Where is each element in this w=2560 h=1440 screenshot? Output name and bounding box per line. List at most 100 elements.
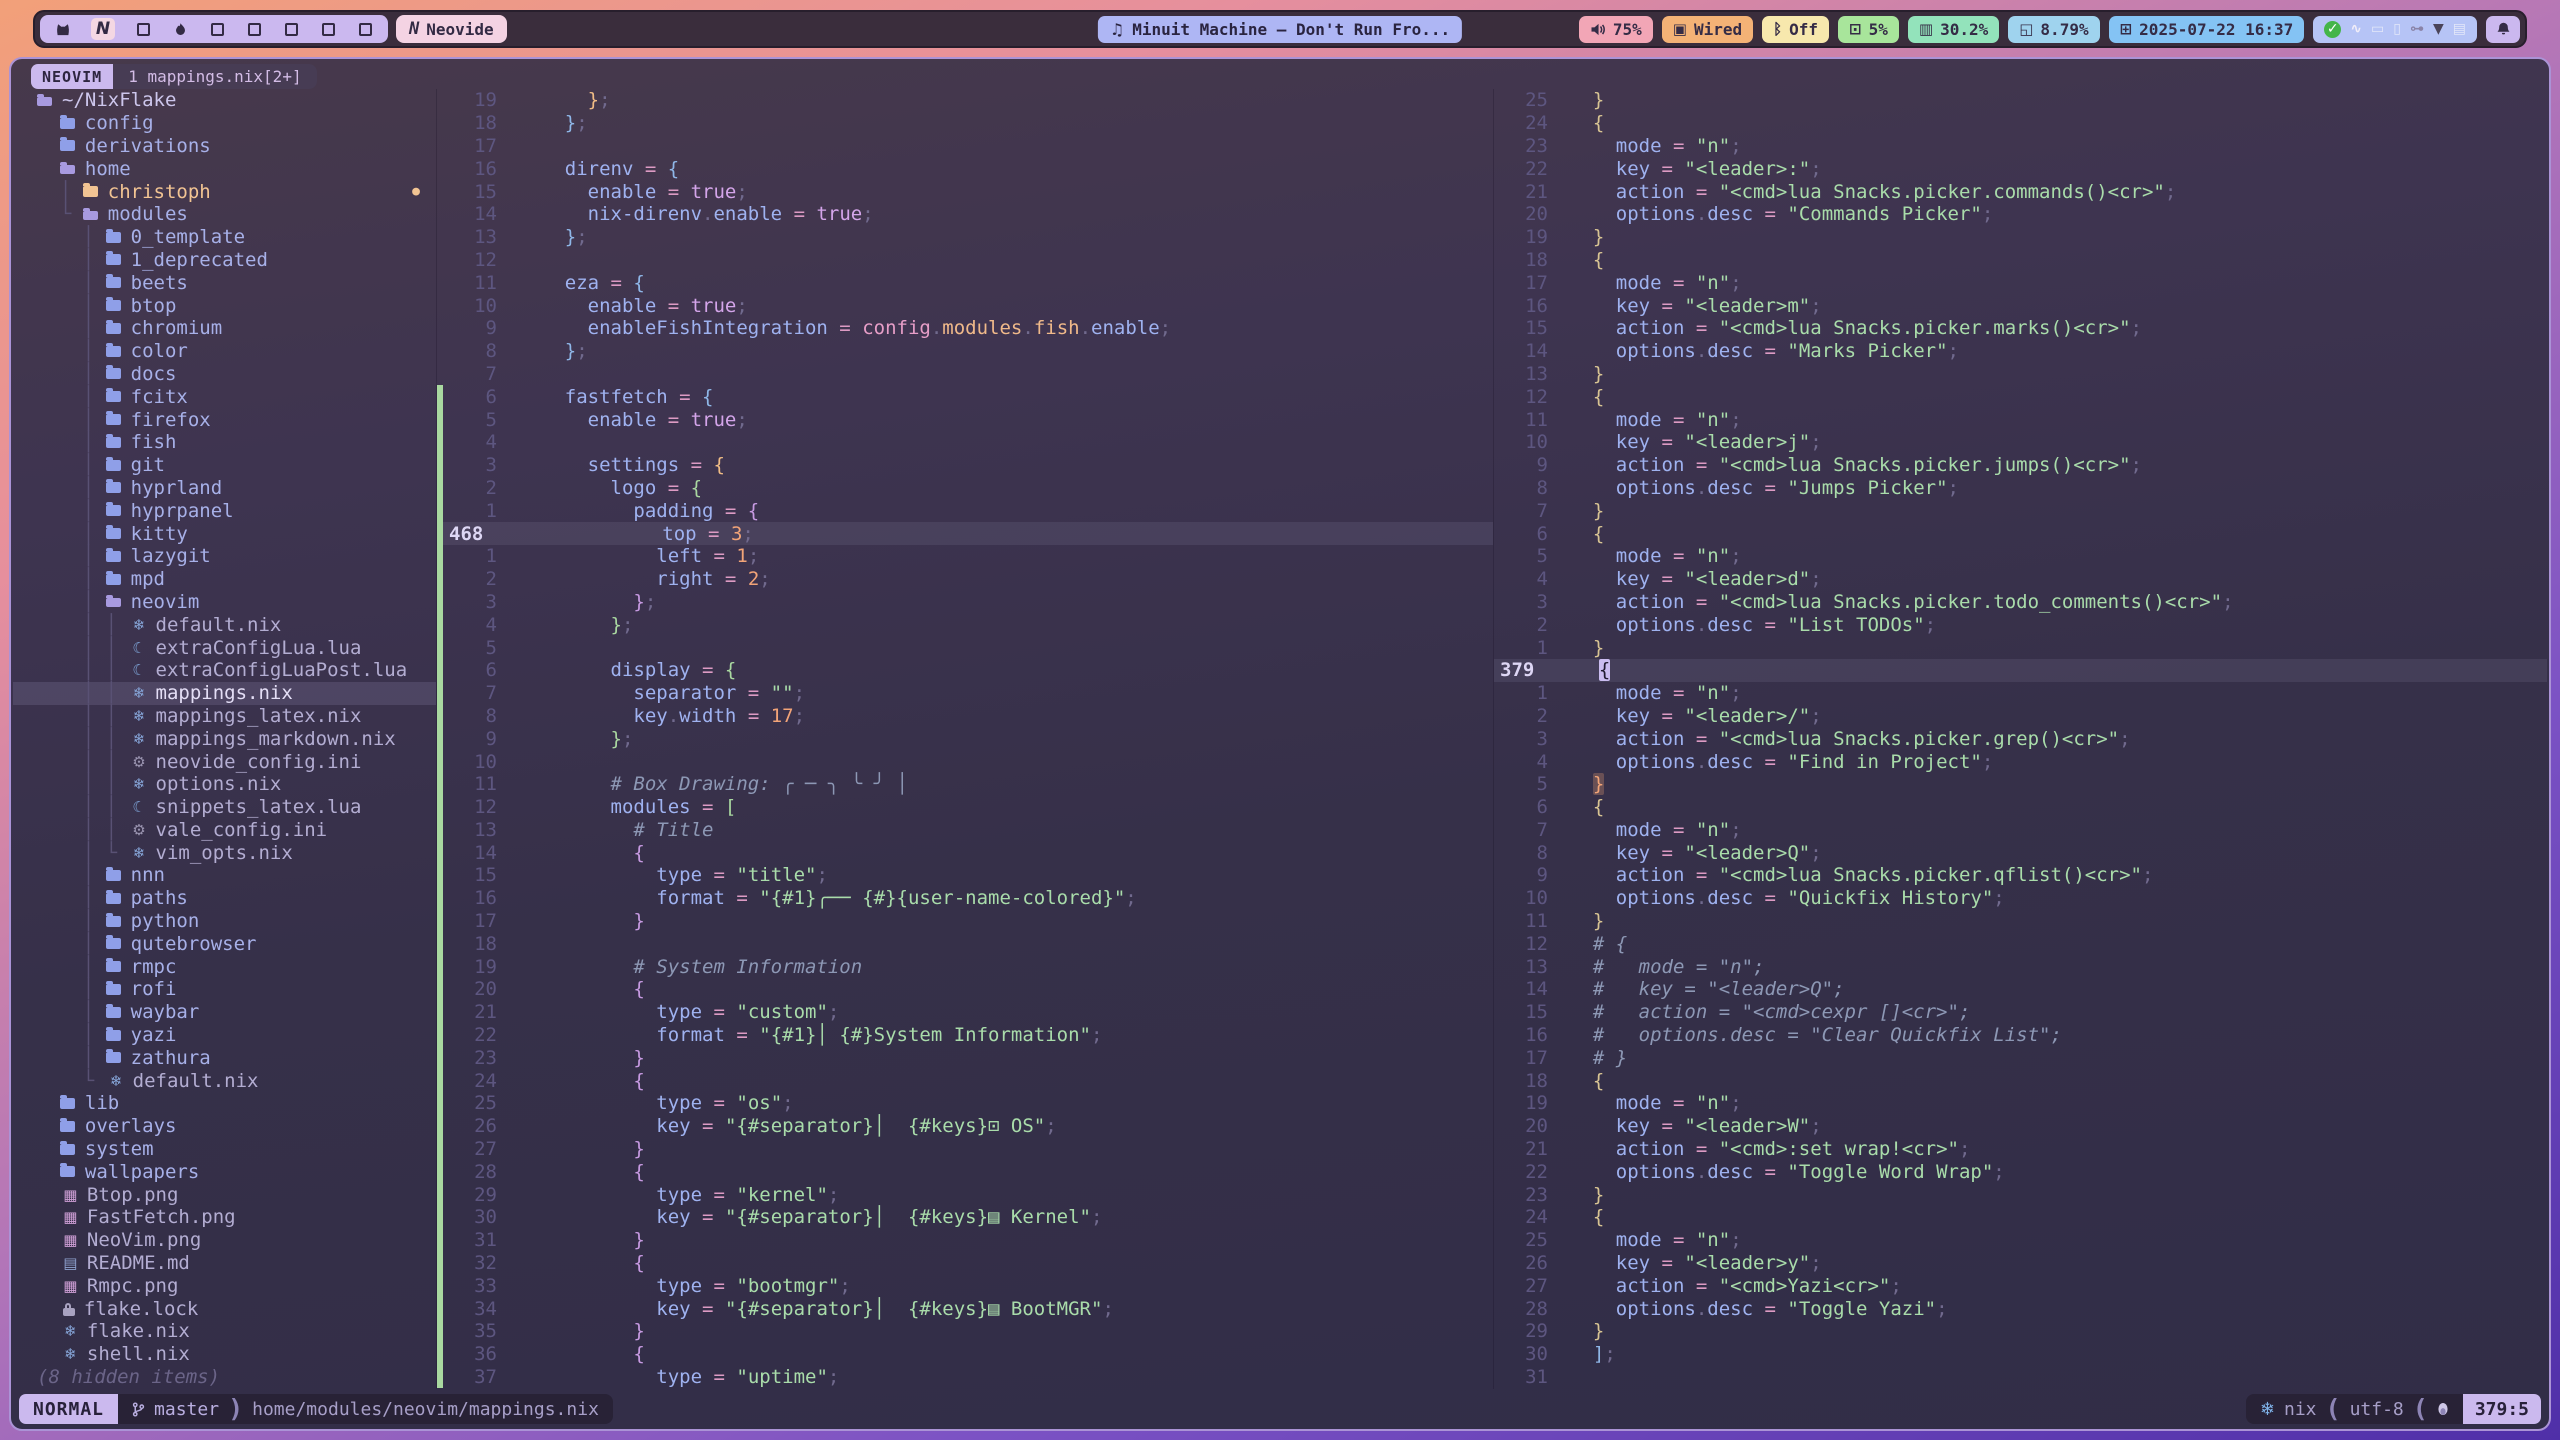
- code-line[interactable]: 20 key = "<leader>W";: [1494, 1115, 2547, 1138]
- code-line[interactable]: 6 {: [1494, 796, 2547, 819]
- code-line[interactable]: 9 enableFishIntegration = config.modules…: [437, 317, 1493, 340]
- code-line[interactable]: 37 type = "uptime";: [437, 1366, 1493, 1389]
- tree-item-rmpc.png[interactable]: ▦Rmpc.png: [13, 1274, 436, 1297]
- tree-item-fastfetch.png[interactable]: ▦FastFetch.png: [13, 1206, 436, 1229]
- tree-item-nnn[interactable]: │ nnn: [13, 864, 436, 887]
- tree-item-flake.nix[interactable]: ❄flake.nix: [13, 1320, 436, 1343]
- tree-item-python[interactable]: │ python: [13, 910, 436, 933]
- code-line[interactable]: 29 }: [1494, 1320, 2547, 1343]
- tree-item-hyprland[interactable]: │ hyprland: [13, 477, 436, 500]
- code-line[interactable]: 16 # options.desc = "Clear Quickfix List…: [1494, 1024, 2547, 1047]
- code-line[interactable]: 31: [1494, 1366, 2547, 1389]
- code-line[interactable]: 5 }: [1494, 773, 2547, 796]
- code-line[interactable]: 14 {: [437, 841, 1493, 864]
- code-line[interactable]: 11 eza = {: [437, 271, 1493, 294]
- tree-item-home[interactable]: home: [13, 157, 436, 180]
- tree-item-shell.nix[interactable]: ❄shell.nix: [13, 1343, 436, 1366]
- code-line[interactable]: 28 {: [437, 1160, 1493, 1183]
- phone-icon[interactable]: ▯: [2393, 22, 2401, 36]
- code-line[interactable]: 28 options.desc = "Toggle Yazi";: [1494, 1297, 2547, 1320]
- code-line[interactable]: 13 # mode = "n";: [1494, 955, 2547, 978]
- code-line[interactable]: 25 }: [1494, 89, 2547, 112]
- code-line[interactable]: 5 mode = "n";: [1494, 545, 2547, 568]
- code-line[interactable]: 22 options.desc = "Toggle Word Wrap";: [1494, 1160, 2547, 1183]
- code-line[interactable]: 6 {: [1494, 522, 2547, 545]
- code-line[interactable]: 4 options.desc = "Find in Project";: [1494, 750, 2547, 773]
- tree-item-default.nix[interactable]: └ ❄default.nix: [13, 1069, 436, 1092]
- code-line[interactable]: 25 type = "os";: [437, 1092, 1493, 1115]
- code-line[interactable]: 12: [437, 249, 1493, 272]
- code-line[interactable]: 20 options.desc = "Commands Picker";: [1494, 203, 2547, 226]
- tree-item-overlays[interactable]: overlays: [13, 1115, 436, 1138]
- tree-item-default.nix[interactable]: │ │ ❄default.nix: [13, 613, 436, 636]
- tree-item-lib[interactable]: lib: [13, 1092, 436, 1115]
- code-line[interactable]: 14 options.desc = "Marks Picker";: [1494, 340, 2547, 363]
- code-line[interactable]: 8 key.width = 17;: [437, 705, 1493, 728]
- code-line[interactable]: 13 }: [1494, 363, 2547, 386]
- code-line[interactable]: 21 action = "<cmd>lua Snacks.picker.comm…: [1494, 180, 2547, 203]
- code-line[interactable]: 19 mode = "n";: [1494, 1092, 2547, 1115]
- code-line[interactable]: 9 };: [437, 727, 1493, 750]
- code-line[interactable]: 35 }: [437, 1320, 1493, 1343]
- tree-item-rofi[interactable]: │ rofi: [13, 978, 436, 1001]
- code-line[interactable]: 19 };: [437, 89, 1493, 112]
- code-line[interactable]: 13 # Title: [437, 819, 1493, 842]
- code-line[interactable]: 14 nix-direnv.enable = true;: [437, 203, 1493, 226]
- code-line[interactable]: 4 key = "<leader>d";: [1494, 568, 2547, 591]
- tree-item-wallpapers[interactable]: wallpapers: [13, 1160, 436, 1183]
- memory-widget[interactable]: ▥30.2%: [1908, 16, 1999, 43]
- code-line[interactable]: 24 {: [1494, 1206, 2547, 1229]
- code-line[interactable]: 25 mode = "n";: [1494, 1229, 2547, 1252]
- key-icon[interactable]: ⊶: [2410, 22, 2424, 36]
- tree-item-docs[interactable]: │ docs: [13, 363, 436, 386]
- workspace-2-neovide-n[interactable]: N: [91, 18, 115, 40]
- tree-item-christoph[interactable]: │ christoph●: [13, 180, 436, 203]
- code-line[interactable]: 10: [437, 750, 1493, 773]
- code-line[interactable]: 2 logo = {: [437, 477, 1493, 500]
- code-line[interactable]: 9 action = "<cmd>lua Snacks.picker.qflis…: [1494, 864, 2547, 887]
- code-line[interactable]: 16 direnv = {: [437, 157, 1493, 180]
- code-line[interactable]: 22 key = "<leader>:";: [1494, 157, 2547, 180]
- code-line[interactable]: 15 type = "title";: [437, 864, 1493, 887]
- tree-item-extraconfigluapost.lua[interactable]: │ │ ☾extraConfigLuaPost.lua: [13, 659, 436, 682]
- code-line[interactable]: 30 key = "{#separator}│ {#keys}▤ Kernel"…: [437, 1206, 1493, 1229]
- tree-item-neovim[interactable]: │ neovim: [13, 591, 436, 614]
- code-line[interactable]: 19 # System Information: [437, 955, 1493, 978]
- code-line[interactable]: 30 ];: [1494, 1343, 2547, 1366]
- workspace-7-square[interactable]: [282, 19, 300, 39]
- workspace-1-cat[interactable]: [54, 19, 72, 39]
- code-line[interactable]: 3 action = "<cmd>lua Snacks.picker.grep(…: [1494, 727, 2547, 750]
- code-line[interactable]: 10 enable = true;: [437, 294, 1493, 317]
- tree-item-system[interactable]: system: [13, 1138, 436, 1161]
- clock-widget[interactable]: ⊞2025-07-22 16:37: [2109, 16, 2305, 43]
- monitor-icon[interactable]: ▭: [2371, 22, 2384, 36]
- code-line[interactable]: 11 mode = "n";: [1494, 408, 2547, 431]
- code-line[interactable]: 16 key = "<leader>m";: [1494, 294, 2547, 317]
- tree-item-fish[interactable]: │ fish: [13, 431, 436, 454]
- code-line[interactable]: 3 action = "<cmd>lua Snacks.picker.todo_…: [1494, 591, 2547, 614]
- code-line[interactable]: 1 }: [1494, 636, 2547, 659]
- code-line[interactable]: 18: [437, 932, 1493, 955]
- code-line[interactable]: 17 }: [437, 910, 1493, 933]
- code-line[interactable]: 15 # action = "<cmd>cexpr []<cr>";: [1494, 1001, 2547, 1024]
- disk-widget[interactable]: ◱8.79%: [2008, 16, 2099, 43]
- code-line[interactable]: 27 }: [437, 1138, 1493, 1161]
- tree-item-waybar[interactable]: │ waybar: [13, 1001, 436, 1024]
- code-line[interactable]: 7 }: [1494, 499, 2547, 522]
- code-line[interactable]: 5: [437, 636, 1493, 659]
- tree-item-qutebrowser[interactable]: │ qutebrowser: [13, 932, 436, 955]
- tree-item-mappings.nix[interactable]: │ │ ❄mappings.nix: [13, 682, 436, 705]
- code-line[interactable]: 7 mode = "n";: [1494, 819, 2547, 842]
- tree-item-firefox[interactable]: │ firefox: [13, 408, 436, 431]
- code-line[interactable]: 12 # {: [1494, 932, 2547, 955]
- code-line[interactable]: 26 key = "{#separator}│ {#keys}⊡ OS";: [437, 1115, 1493, 1138]
- tree-item-zathura[interactable]: │ zathura: [13, 1046, 436, 1069]
- code-line[interactable]: 15 action = "<cmd>lua Snacks.picker.mark…: [1494, 317, 2547, 340]
- code-line[interactable]: 27 action = "<cmd>Yazi<cr>";: [1494, 1274, 2547, 1297]
- code-line[interactable]: 5 enable = true;: [437, 408, 1493, 431]
- code-line[interactable]: 8 options.desc = "Jumps Picker";: [1494, 477, 2547, 500]
- tree-item-neovim.png[interactable]: ▦NeoVim.png: [13, 1229, 436, 1252]
- code-line[interactable]: 1 padding = {: [437, 499, 1493, 522]
- code-line[interactable]: 9 action = "<cmd>lua Snacks.picker.jumps…: [1494, 454, 2547, 477]
- code-line[interactable]: 1 left = 1;: [437, 545, 1493, 568]
